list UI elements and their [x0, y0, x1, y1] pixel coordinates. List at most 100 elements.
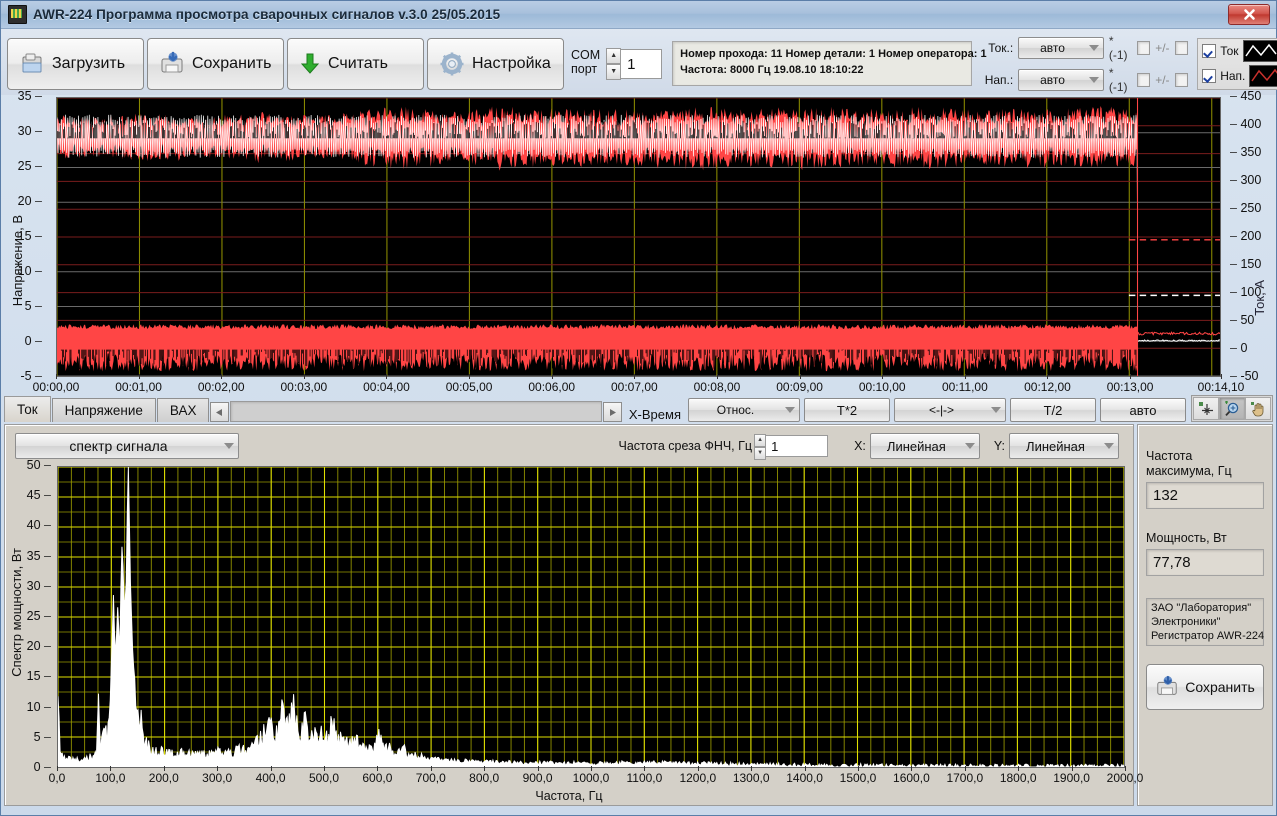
chevron-down-icon — [785, 407, 795, 413]
spectrum-graph[interactable] — [57, 466, 1125, 768]
chevron-down-icon — [965, 443, 975, 449]
app-icon — [8, 5, 27, 24]
save-button-label: Сохранить — [192, 55, 272, 73]
com-port-spin-up[interactable]: ▲ — [606, 48, 621, 64]
spectrum-save-button[interactable]: Сохранить — [1146, 664, 1264, 710]
tab-voltage[interactable]: Напряжение — [52, 398, 156, 422]
waveform-x-tick: 00:07,00 — [611, 380, 658, 394]
spectrum-x-tick: 700,0 — [416, 771, 446, 785]
tab-current[interactable]: Ток — [4, 396, 51, 422]
current-invert-checkbox[interactable] — [1137, 41, 1151, 55]
waveform-x-tick: 00:12,00 — [1024, 380, 1071, 394]
pan-tool[interactable] — [1245, 397, 1271, 420]
lpf-cutoff-label: Частота среза ФНЧ, Гц — [618, 439, 752, 453]
spectrum-x-tick: 1100,0 — [626, 771, 662, 785]
cursor-tool[interactable] — [1193, 397, 1219, 420]
legend-current-swatch — [1243, 40, 1277, 62]
spectrum-x-tick: 1800,0 — [1000, 771, 1037, 785]
waveform-y-tick: 25 – — [2, 159, 42, 173]
auto-scale-button[interactable]: авто — [1100, 398, 1186, 422]
spectrum-x-tick: 1300,0 — [733, 771, 770, 785]
spectrum-x-tick: 300,0 — [202, 771, 232, 785]
voltage-plusminus-checkbox[interactable] — [1175, 73, 1189, 87]
waveform-x-tick: 00:06,00 — [528, 380, 575, 394]
spectrum-y-tick: 10 – — [19, 700, 51, 714]
scroll-left-button[interactable] — [210, 402, 229, 422]
save-button[interactable]: Сохранить — [147, 38, 284, 90]
lpf-spin-down[interactable]: ▼ — [754, 447, 766, 460]
spectrum-x-tick: 1200,0 — [679, 771, 716, 785]
current-scaling-row: Ток.: авто *(-1) +/- — [981, 34, 1188, 62]
spectrum-y-tick: 50 – — [19, 458, 51, 472]
spectrum-mode-combo[interactable]: спектр сигнала — [15, 433, 239, 459]
graph-tool-tray — [1191, 395, 1273, 422]
scaling-controls: Ток.: авто *(-1) +/- Нап.: авто *(-1) +/… — [981, 34, 1188, 94]
waveform-x-tick: 00:09,00 — [776, 380, 823, 394]
spectrum-save-label: Сохранить — [1185, 679, 1255, 695]
spectrum-x-tick: 1700,0 — [946, 771, 983, 785]
time-x2-button[interactable]: T*2 — [804, 398, 890, 422]
application-window: AWR-224 Программа просмотра сварочных си… — [0, 0, 1277, 816]
current-visible-checkbox[interactable] — [1202, 44, 1216, 58]
settings-button[interactable]: Настройка — [427, 38, 564, 90]
relative-mode-combo[interactable]: Относ. — [688, 398, 800, 422]
lpf-cutoff-value[interactable]: 1 — [766, 435, 828, 457]
scroll-right-button[interactable] — [603, 402, 622, 422]
read-button[interactable]: Считать — [287, 38, 424, 90]
gear-icon — [439, 51, 465, 77]
spectrum-header: спектр сигнала Частота среза ФНЧ, Гц ▲ ▼… — [5, 425, 1133, 462]
com-port-spin-down[interactable]: ▼ — [606, 64, 621, 80]
waveform-x-axis: 00:00,0000:01,0000:02,0000:03,0000:04,00… — [56, 379, 1221, 395]
triangle-right-icon — [608, 408, 617, 417]
window-buttons — [1228, 4, 1274, 25]
load-button[interactable]: Загрузить — [7, 38, 144, 90]
y-scale-combo[interactable]: Линейная — [1009, 433, 1119, 459]
power-value: 77,78 — [1146, 549, 1264, 576]
waveform-y-tick: 10 – — [2, 264, 42, 278]
voltage-plusminus-label: +/- — [1155, 73, 1169, 87]
crosshair-icon — [1198, 401, 1214, 417]
zoom-tool[interactable] — [1219, 397, 1245, 420]
waveform-x-tick: 00:10,00 — [859, 380, 906, 394]
lpf-spin-up[interactable]: ▲ — [754, 434, 766, 447]
pass-info-box: Номер прохода: 11 Номер детали: 1 Номер … — [672, 41, 972, 86]
voltage-scaling-row: Нап.: авто *(-1) +/- — [981, 66, 1188, 94]
spectrum-x-tick: 600,0 — [362, 771, 392, 785]
waveform-y2-tick: – 300 — [1230, 173, 1270, 187]
voltage-invert-checkbox[interactable] — [1137, 73, 1151, 87]
time-half-button[interactable]: T/2 — [1010, 398, 1096, 422]
spectrum-y-tick: 15 – — [19, 669, 51, 683]
x-scale-label: X: — [854, 439, 866, 453]
waveform-plot-area: Напряжение, В Ток, А 35 –30 –25 –20 –15 … — [4, 95, 1273, 395]
spectrum-x-tick: 2000,0 — [1107, 771, 1144, 785]
spectrum-plot-area: Спектр мощности, Вт 50 –45 –40 –35 –30 –… — [5, 462, 1133, 804]
close-button[interactable] — [1228, 4, 1270, 25]
waveform-y2-tick: – 350 — [1230, 145, 1270, 159]
lpf-spin-arrows[interactable]: ▲ ▼ — [754, 434, 766, 458]
pan-combo[interactable]: <-|-> — [894, 398, 1006, 422]
company-line2: Электроники" — [1151, 615, 1259, 629]
timeline-scrollbar[interactable] — [230, 401, 601, 422]
y-scale-control: Y: Линейная — [994, 433, 1119, 459]
close-icon — [1243, 8, 1256, 21]
spectrum-x-tick: 1600,0 — [893, 771, 930, 785]
spectrum-x-tick: 1400,0 — [786, 771, 823, 785]
voltage-visible-checkbox[interactable] — [1202, 69, 1216, 83]
spectrum-y-tick: 35 – — [19, 549, 51, 563]
spectrum-x-tick: 900,0 — [523, 771, 553, 785]
hand-pan-icon — [1250, 401, 1266, 417]
x-scale-combo[interactable]: Линейная — [870, 433, 980, 459]
company-line3: Регистратор AWR-224 — [1151, 629, 1259, 643]
waveform-x-tick: 00:02,00 — [198, 380, 245, 394]
current-scale-combo[interactable]: авто — [1018, 37, 1104, 59]
current-plusminus-checkbox[interactable] — [1175, 41, 1189, 55]
tab-vah[interactable]: ВАХ — [157, 398, 210, 422]
waveform-y2-tick: – 250 — [1230, 201, 1270, 215]
com-port-value[interactable]: 1 — [621, 49, 662, 79]
voltage-scale-combo[interactable]: авто — [1018, 69, 1104, 91]
legend-row-current: Ток — [1202, 40, 1276, 62]
waveform-y-tick: 30 – — [2, 124, 42, 138]
com-port-spin-arrows[interactable]: ▲ ▼ — [606, 48, 621, 80]
waveform-graph[interactable] — [56, 97, 1221, 377]
com-port-stepper[interactable]: ▲ ▼ 1 — [606, 47, 662, 81]
